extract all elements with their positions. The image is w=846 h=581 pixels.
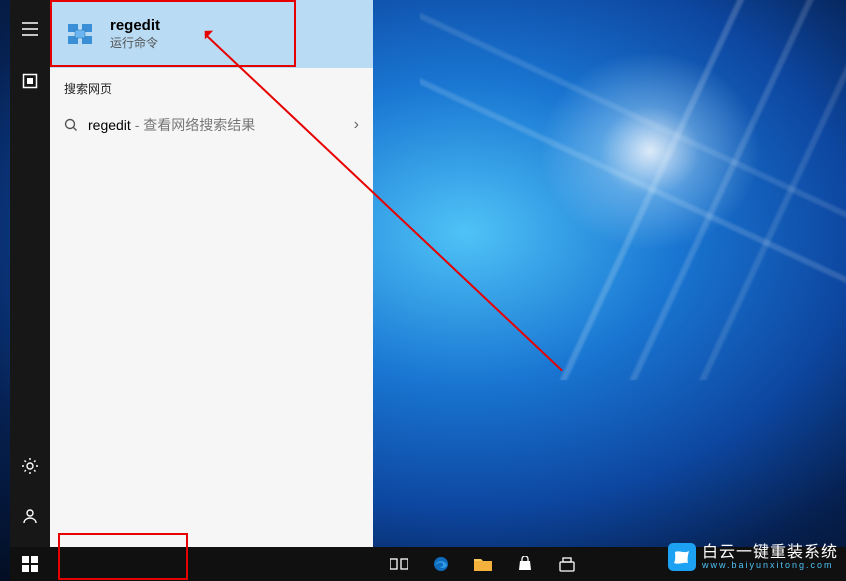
best-match-title: regedit	[110, 17, 160, 34]
start-button[interactable]	[10, 547, 50, 581]
pinned-app-icon[interactable]	[10, 64, 50, 98]
web-result-suffix: - 查看网络搜索结果	[131, 117, 255, 133]
regedit-app-icon	[64, 18, 96, 50]
hamburger-menu-icon[interactable]	[10, 12, 50, 46]
start-rail	[10, 0, 50, 547]
best-match-result[interactable]: regedit 运行命令	[50, 0, 373, 68]
file-explorer-icon[interactable]	[464, 547, 502, 581]
settings-gear-icon[interactable]	[10, 449, 50, 483]
search-results-panel: regedit 运行命令 搜索网页 regedit - 查看网络搜索结果 ›	[50, 0, 373, 547]
edge-browser-icon[interactable]	[422, 547, 460, 581]
web-search-result[interactable]: regedit - 查看网络搜索结果 ›	[50, 105, 373, 145]
chevron-right-icon: ›	[354, 116, 359, 134]
taskbar	[10, 547, 846, 581]
user-account-icon[interactable]	[10, 499, 50, 533]
task-view-icon[interactable]	[380, 547, 418, 581]
store-icon[interactable]	[506, 547, 544, 581]
search-icon	[64, 118, 78, 132]
web-result-query: regedit	[88, 117, 131, 133]
best-match-subtitle: 运行命令	[110, 34, 160, 51]
web-section-header: 搜索网页	[50, 68, 373, 105]
app-icon[interactable]	[548, 547, 586, 581]
